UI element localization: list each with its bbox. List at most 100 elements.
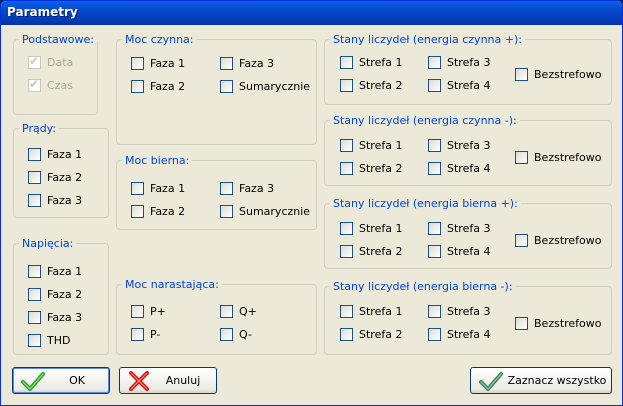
group-moc-bierna-label: Moc bierna: <box>125 154 190 167</box>
checkbox-bierna-plus-bezstrefowo[interactable]: Bezstrefowo <box>515 234 602 247</box>
checkbox-label: Faza 3 <box>239 57 275 70</box>
checkbox-data[interactable]: ✔ Data <box>28 54 73 69</box>
select-all-button-label: Zaznacz wszystko <box>507 374 607 387</box>
checkbox-box <box>220 328 233 341</box>
checkbox-bierna-faza3[interactable]: Faza 3 <box>220 182 274 195</box>
checkbox-box <box>340 79 353 92</box>
checkbox-czynna-minus-strefa1[interactable]: Strefa 1 <box>340 139 402 152</box>
checkbox-box <box>340 305 353 318</box>
checkbox-czynna-minus-strefa3[interactable]: Strefa 3 <box>428 139 490 152</box>
checkbox-label: Strefa 2 <box>359 328 403 341</box>
cancel-button[interactable]: Anuluj <box>119 367 217 394</box>
checkbox-label: Strefa 1 <box>359 222 403 235</box>
checkbox-prady-faza3[interactable]: Faza 3 <box>28 194 82 207</box>
checkbox-czynna-plus-strefa4[interactable]: Strefa 4 <box>428 79 490 92</box>
cancel-button-label: Anuluj <box>165 374 201 387</box>
group-prady-label: Prądy: <box>22 122 57 135</box>
checkbox-box <box>131 182 144 195</box>
checkmark-icon <box>21 371 45 391</box>
checkbox-label: Bezstrefowo <box>534 68 602 81</box>
checkbox-czynna-plus-bezstrefowo[interactable]: Bezstrefowo <box>515 68 602 81</box>
checkbox-bierna-faza2[interactable]: Faza 2 <box>131 205 185 218</box>
checkbox-czynna-faza2[interactable]: Faza 2 <box>131 80 185 93</box>
checkbox-label: Strefa 3 <box>447 56 491 69</box>
checkbox-label: Faza 3 <box>47 194 83 207</box>
dialog-client-area: Podstawowe: ✔ Data ✔ Czas Prądy: Faza 1 Fa… <box>4 25 619 403</box>
checkbox-label: Strefa 2 <box>359 162 403 175</box>
checkbox-napiecia-faza1[interactable]: Faza 1 <box>28 265 82 278</box>
close-icon <box>129 370 149 391</box>
checkbox-czynna-minus-strefa2[interactable]: Strefa 2 <box>340 162 402 175</box>
checkbox-box <box>28 148 41 161</box>
ok-button[interactable]: OK <box>12 367 110 394</box>
checkbox-label: Faza 2 <box>150 80 186 93</box>
checkbox-box <box>515 317 528 330</box>
checkbox-bierna-plus-strefa3[interactable]: Strefa 3 <box>428 222 490 235</box>
checkbox-bierna-minus-strefa4[interactable]: Strefa 4 <box>428 328 490 341</box>
checkbox-label: Faza 2 <box>47 171 83 184</box>
checkbox-label: Strefa 1 <box>359 305 403 318</box>
checkbox-czynna-faza3[interactable]: Faza 3 <box>220 57 274 70</box>
checkbox-bierna-minus-strefa3[interactable]: Strefa 3 <box>428 305 490 318</box>
checkbox-q-plus[interactable]: Q+ <box>220 305 257 318</box>
checkbox-box <box>340 162 353 175</box>
checkbox-label: Faza 3 <box>47 311 83 324</box>
checkbox-box <box>428 222 441 235</box>
checkbox-label: Faza 1 <box>47 265 83 278</box>
checkbox-bierna-plus-strefa2[interactable]: Strefa 2 <box>340 245 402 258</box>
checkbox-czas[interactable]: ✔ Czas <box>28 77 73 92</box>
checkbox-label: Strefa 2 <box>359 79 403 92</box>
checkmark-icon <box>479 371 503 391</box>
checkbox-box <box>515 151 528 164</box>
checkbox-prady-faza2[interactable]: Faza 2 <box>28 171 82 184</box>
checkbox-label: Bezstrefowo <box>534 234 602 247</box>
group-moc-czynna-label: Moc czynna: <box>125 33 194 46</box>
title-bar[interactable]: Parametry <box>1 1 622 25</box>
checkbox-box <box>220 182 233 195</box>
checkbox-czynna-plus-strefa3[interactable]: Strefa 3 <box>428 56 490 69</box>
checkbox-q-minus[interactable]: Q- <box>220 328 252 341</box>
group-moc-narastajaca-label: Moc narastająca: <box>125 278 219 291</box>
checkbox-czynna-minus-strefa4[interactable]: Strefa 4 <box>428 162 490 175</box>
checkbox-box <box>131 305 144 318</box>
checkbox-napiecia-faza2[interactable]: Faza 2 <box>28 288 82 301</box>
checkbox-box <box>340 56 353 69</box>
checkbox-box <box>428 305 441 318</box>
checkbox-box: ✔ <box>28 77 41 92</box>
checkbox-box <box>340 222 353 235</box>
checkbox-bierna-plus-strefa1[interactable]: Strefa 1 <box>340 222 402 235</box>
checkbox-box <box>28 311 41 324</box>
checkbox-box <box>220 80 233 93</box>
checkbox-label: Strefa 4 <box>447 328 491 341</box>
checkbox-p-minus[interactable]: P- <box>131 328 160 341</box>
checkbox-label: Strefa 1 <box>359 56 403 69</box>
checkbox-box <box>131 328 144 341</box>
checkbox-napiecia-faza3[interactable]: Faza 3 <box>28 311 82 324</box>
checkbox-bierna-sumarycznie[interactable]: Sumarycznie <box>220 205 310 218</box>
checkbox-czynna-sumarycznie[interactable]: Sumarycznie <box>220 80 310 93</box>
checkbox-p-plus[interactable]: P+ <box>131 305 166 318</box>
checkbox-box <box>131 205 144 218</box>
checkmark-icon: ✔ <box>29 54 40 68</box>
checkbox-label: Strefa 4 <box>447 245 491 258</box>
checkbox-label: Sumarycznie <box>239 205 311 218</box>
checkbox-label: Sumarycznie <box>239 80 311 93</box>
checkbox-czynna-faza1[interactable]: Faza 1 <box>131 57 185 70</box>
group-czynna-minus-label: Stany liczydeł (energia czynna -): <box>333 114 517 127</box>
checkbox-box: ✔ <box>28 54 41 69</box>
group-podstawowe-label: Podstawowe: <box>22 33 94 46</box>
select-all-button[interactable]: Zaznacz wszystko <box>470 367 612 394</box>
checkbox-bierna-minus-strefa1[interactable]: Strefa 1 <box>340 305 402 318</box>
checkbox-box <box>340 328 353 341</box>
checkbox-bierna-minus-bezstrefowo[interactable]: Bezstrefowo <box>515 317 602 330</box>
checkbox-label: Strefa 3 <box>447 305 491 318</box>
checkbox-czynna-plus-strefa1[interactable]: Strefa 1 <box>340 56 402 69</box>
checkbox-bierna-faza1[interactable]: Faza 1 <box>131 182 185 195</box>
checkbox-box <box>428 162 441 175</box>
checkbox-bierna-plus-strefa4[interactable]: Strefa 4 <box>428 245 490 258</box>
checkbox-czynna-plus-strefa2[interactable]: Strefa 2 <box>340 79 402 92</box>
checkbox-prady-faza1[interactable]: Faza 1 <box>28 148 82 161</box>
checkbox-czynna-minus-bezstrefowo[interactable]: Bezstrefowo <box>515 151 602 164</box>
checkbox-bierna-minus-strefa2[interactable]: Strefa 2 <box>340 328 402 341</box>
checkbox-napiecia-thd[interactable]: THD <box>28 334 70 347</box>
